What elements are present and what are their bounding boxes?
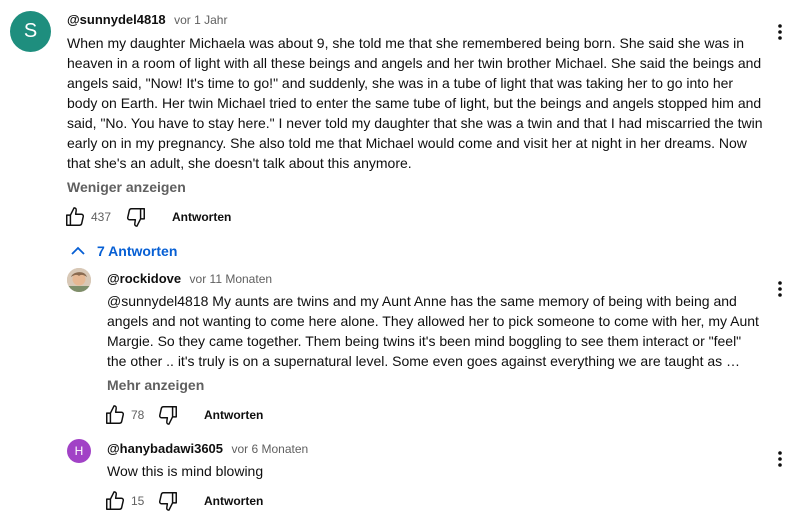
more-vert-icon — [778, 451, 782, 467]
reply-author-handle[interactable]: @rockidove — [107, 271, 181, 286]
avatar[interactable]: S — [10, 11, 51, 52]
dislike-button[interactable] — [157, 404, 179, 426]
reply-avatar[interactable] — [67, 268, 91, 292]
dislike-button[interactable] — [125, 206, 147, 228]
comment-menu-button[interactable] — [768, 20, 792, 44]
dislike-icon — [158, 492, 177, 511]
author-handle[interactable]: @sunnydel4818 — [67, 12, 166, 27]
reply-button[interactable]: Antworten — [204, 408, 263, 422]
reply-header: @hanybadawi3605 vor 6 Monaten — [107, 441, 308, 457]
replies-toggle-button[interactable]: 7 Antworten — [70, 243, 177, 259]
comment-header: @sunnydel4818 vor 1 Jahr — [67, 12, 227, 28]
like-icon — [66, 207, 85, 226]
reply-text: Wow this is mind blowing — [107, 463, 264, 479]
reply-author-handle[interactable]: @hanybadawi3605 — [107, 441, 223, 456]
reply-time[interactable]: vor 6 Monaten — [231, 442, 308, 456]
like-icon — [106, 491, 125, 510]
comment-text: When my daughter Michaela was about 9, s… — [67, 35, 763, 171]
reply-button[interactable]: Antworten — [172, 210, 231, 224]
replies-count-label: 7 Antworten — [97, 243, 178, 259]
reply-button[interactable]: Antworten — [204, 494, 263, 508]
chevron-up-icon — [71, 246, 85, 255]
reply-avatar[interactable]: H — [67, 439, 91, 463]
comment-time[interactable]: vor 1 Jahr — [174, 13, 227, 27]
reply-header: @rockidove vor 11 Monaten — [107, 271, 272, 287]
dislike-button[interactable] — [157, 490, 179, 512]
avatar-letter: S — [23, 20, 38, 42]
like-count: 78 — [131, 408, 145, 422]
like-button[interactable] — [64, 206, 86, 228]
avatar-letter: H — [74, 444, 84, 458]
like-count: 15 — [131, 494, 145, 508]
like-button[interactable] — [104, 490, 126, 512]
show-more-button[interactable]: Mehr anzeigen — [107, 377, 204, 393]
more-vert-icon — [778, 24, 782, 40]
reply-text: @sunnydel4818 My aunts are twins and my … — [107, 293, 759, 369]
like-button[interactable] — [104, 404, 126, 426]
show-less-button[interactable]: Weniger anzeigen — [67, 179, 186, 195]
like-icon — [106, 405, 125, 424]
like-count: 437 — [91, 210, 112, 224]
reply-time[interactable]: vor 11 Monaten — [190, 272, 273, 286]
more-vert-icon — [778, 281, 782, 297]
dislike-icon — [158, 406, 177, 425]
dislike-icon — [126, 208, 145, 227]
avatar-photo — [67, 268, 91, 292]
